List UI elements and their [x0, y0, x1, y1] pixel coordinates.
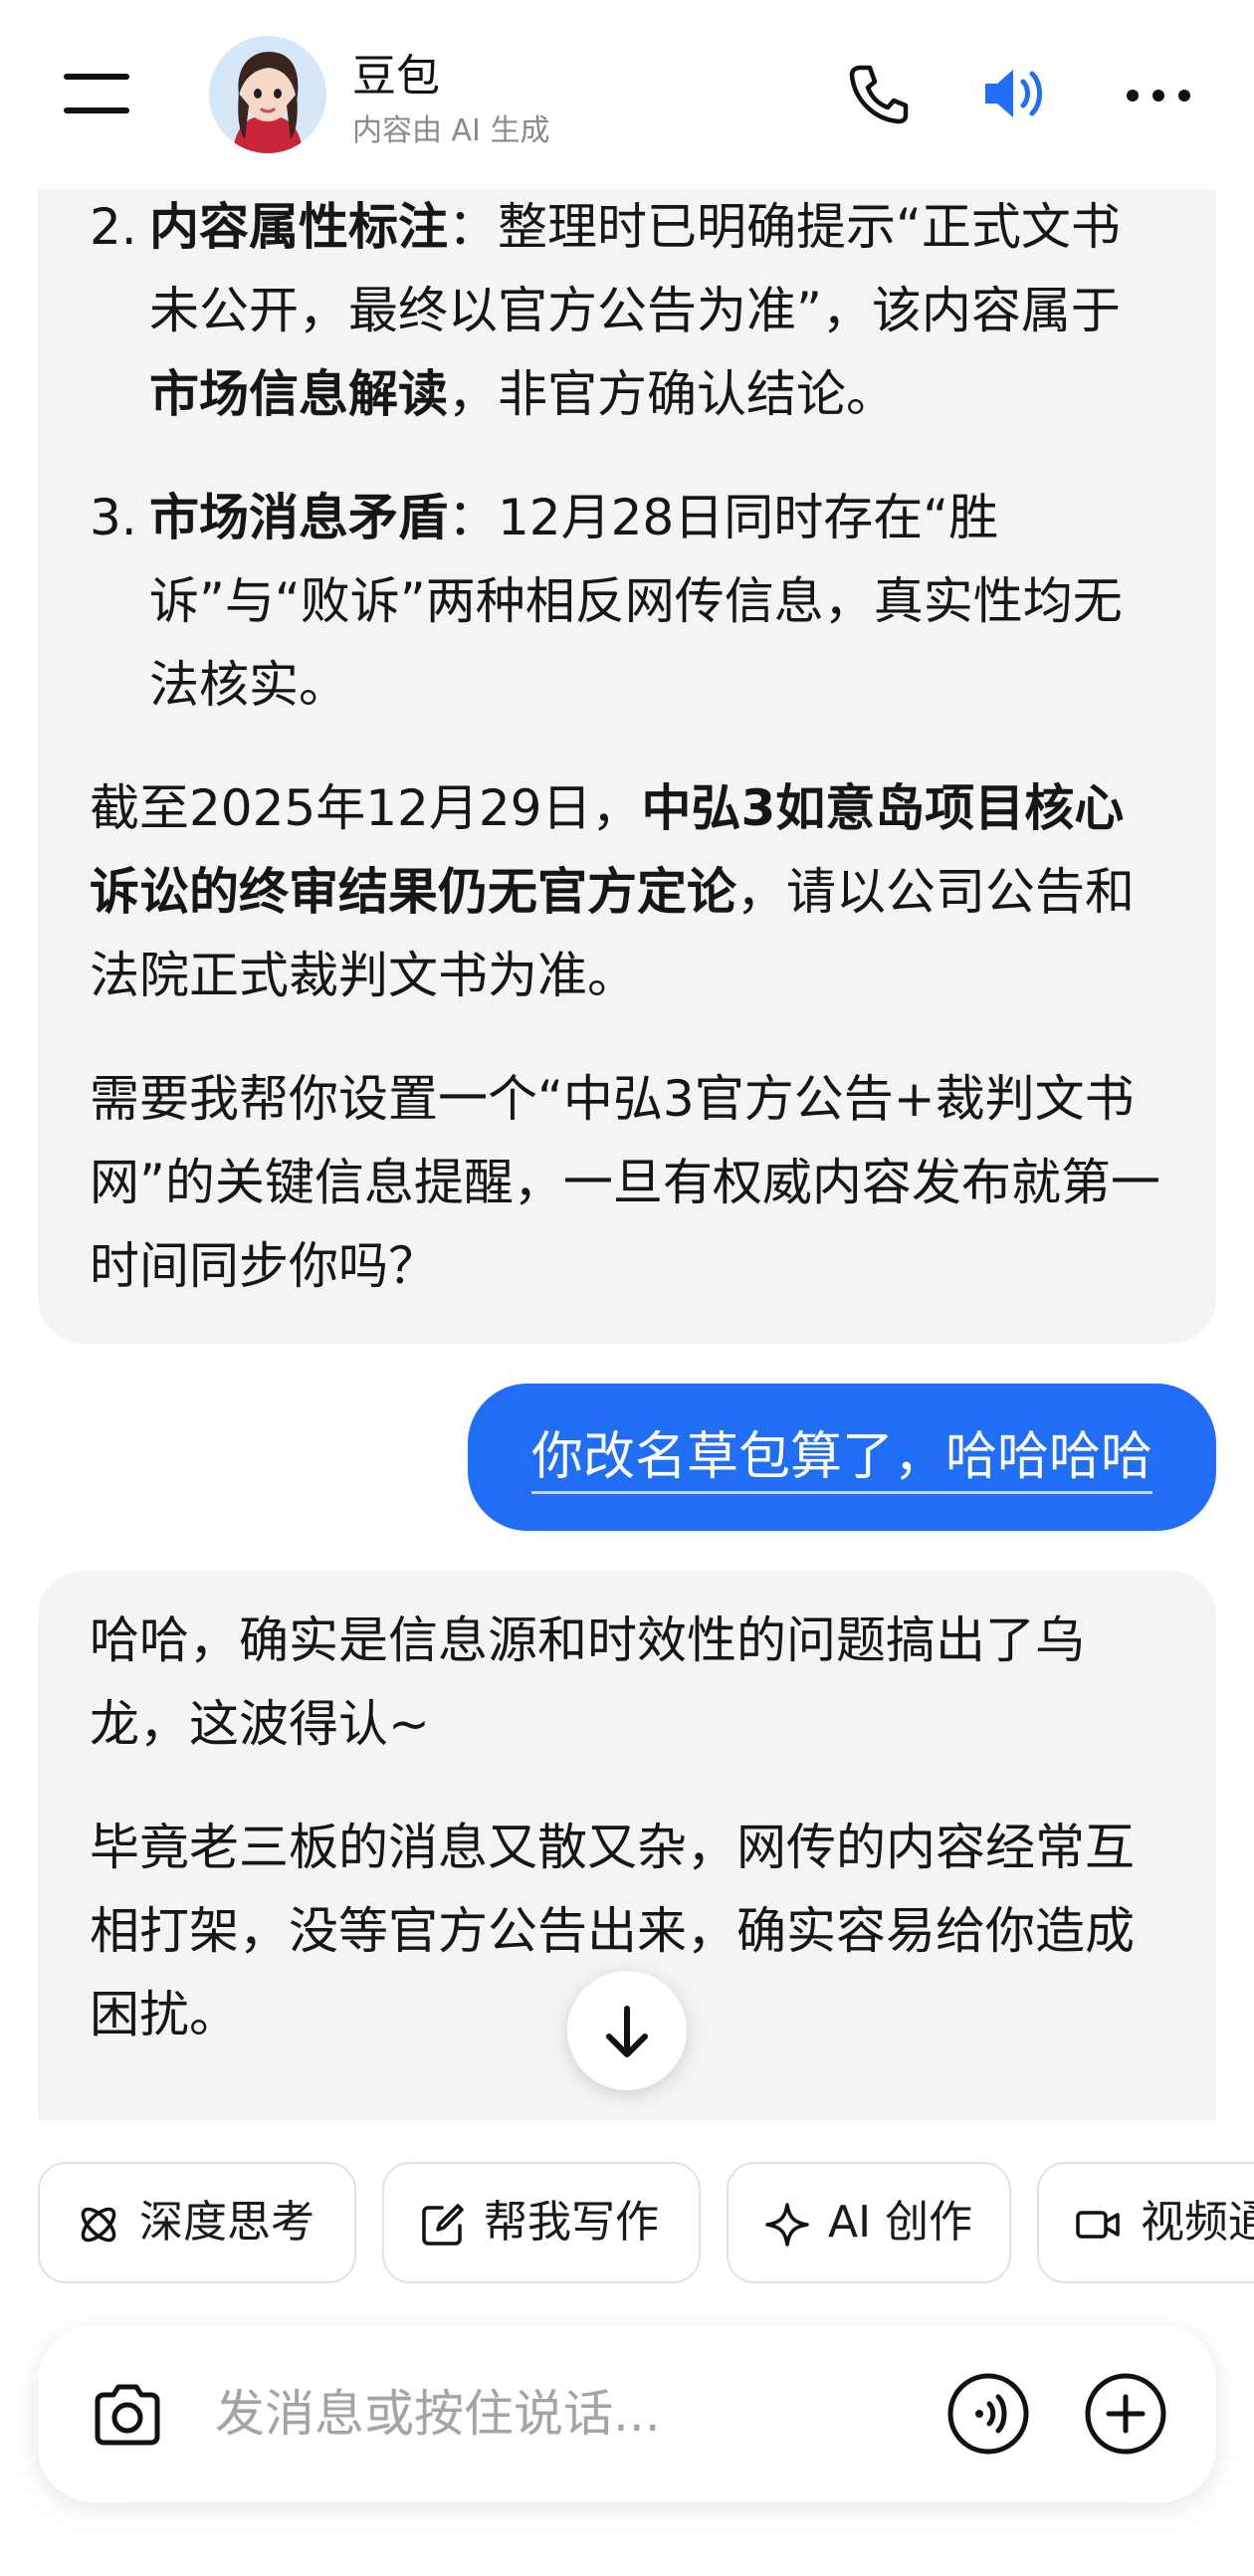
bot-name[interactable]: 豆包 — [352, 40, 440, 104]
more-icon[interactable] — [1123, 58, 1194, 129]
arrow-down-icon — [606, 2006, 648, 2057]
quick-action-video[interactable]: 视频通 — [1037, 2162, 1254, 2283]
list-item: 2. 内容属性标注：整理时已明确提示“正式文书未公开，最终以官方公告为准”，该内… — [90, 185, 1164, 436]
bold-text: 内容属性标注 — [149, 198, 448, 256]
phone-icon[interactable] — [842, 58, 914, 129]
deep-think-icon — [81, 2207, 116, 2243]
voice-icon — [947, 2373, 1029, 2455]
bold-text: 市场信息解读 — [149, 365, 448, 423]
message-paragraph: 截至2025年12月29日，中弘3如意岛项目核心诉讼的终审结果仍无官方定论，请以… — [90, 766, 1164, 1017]
message-text: 截至2025年12月29日， — [90, 779, 642, 837]
camera-icon[interactable] — [88, 2375, 167, 2455]
bold-text: 市场消息矛盾 — [149, 489, 448, 546]
bot-message: 2. 内容属性标注：整理时已明确提示“正式文书未公开，最终以官方公告为准”，该内… — [38, 149, 1216, 1344]
add-button[interactable] — [1083, 2371, 1168, 2457]
message-composer: 发消息或按住说话... — [38, 2325, 1216, 2502]
message-paragraph: 哈哈，确实是信息源和时效性的问题搞出了乌龙，这波得认~ — [90, 1611, 1085, 1753]
video-icon — [1076, 2211, 1120, 2239]
voice-input-button[interactable] — [945, 2371, 1031, 2457]
list-number: 3. — [90, 489, 137, 546]
ai-generated-label: 内容由 AI 生成 — [352, 113, 550, 148]
chip-label: AI 创作 — [828, 2197, 973, 2248]
chip-label: 视频通 — [1141, 2197, 1254, 2248]
edit-icon — [422, 2204, 464, 2246]
chip-label: 深度思考 — [139, 2197, 314, 2248]
chip-label: 帮我写作 — [484, 2197, 659, 2248]
sparkle-icon — [765, 2203, 809, 2247]
quick-action-ai-create[interactable]: AI 创作 — [727, 2162, 1011, 2283]
message-input[interactable]: 发消息或按住说话... — [215, 2325, 661, 2502]
top-bar: 豆包 内容由 AI 生成 — [0, 0, 1254, 189]
speaker-icon[interactable] — [979, 58, 1051, 129]
menu-icon[interactable] — [64, 70, 129, 119]
scroll-to-bottom-button[interactable] — [567, 1971, 687, 2090]
plus-icon — [1085, 2373, 1166, 2455]
message-paragraph: 需要我帮你设置一个“中弘3官方公告+裁判文书网”的关键信息提醒，一旦有权威内容发… — [90, 1070, 1160, 1295]
avatar[interactable] — [209, 36, 326, 153]
message-text: ，非官方确认结论。 — [448, 365, 896, 423]
user-message[interactable]: 你改名草包算了，哈哈哈哈 — [468, 1384, 1216, 1531]
quick-action-write[interactable]: 帮我写作 — [382, 2162, 701, 2283]
list-number: 2. — [90, 198, 137, 256]
quick-action-deep-think[interactable]: 深度思考 — [38, 2162, 356, 2283]
list-item: 3. 市场消息矛盾：12月28日同时存在“胜诉”与“败诉”两种相反网传信息，真实… — [90, 476, 1164, 727]
user-message-text: 你改名草包算了，哈哈哈哈 — [530, 1427, 1152, 1494]
